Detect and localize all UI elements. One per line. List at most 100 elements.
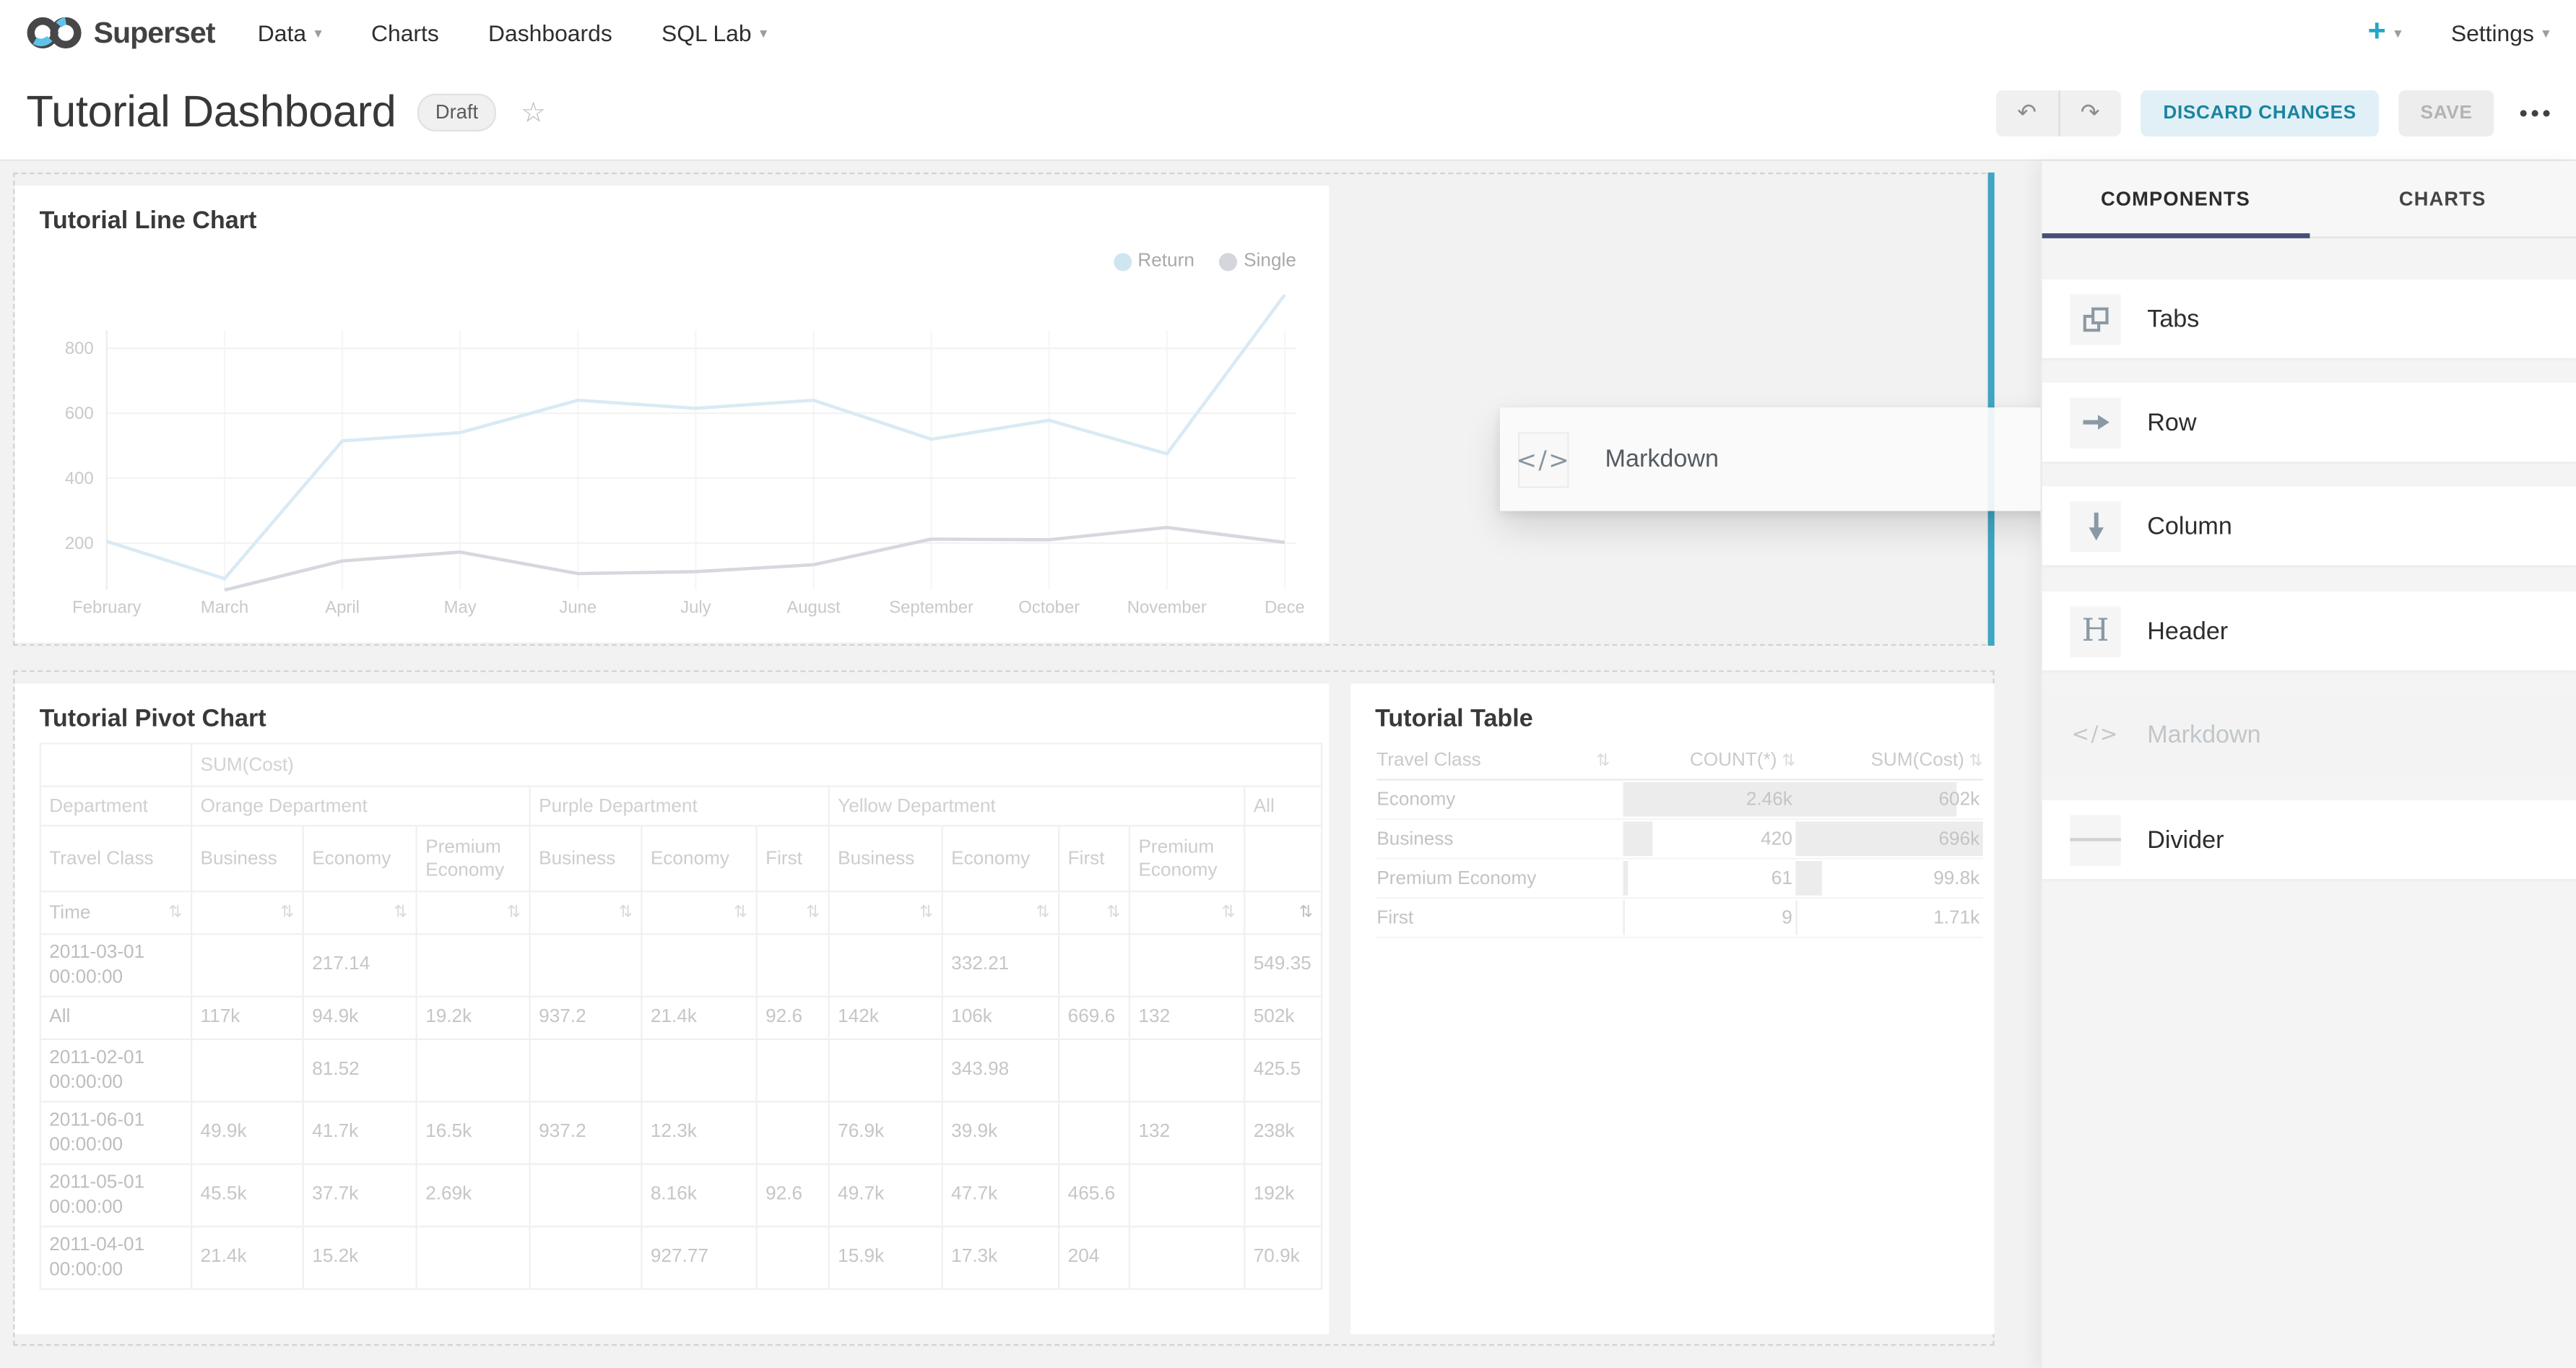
settings-label: Settings (2451, 20, 2534, 46)
pivot-metric-header: SUM(Cost) (191, 743, 1322, 786)
pivot-value-cell (191, 934, 303, 996)
drag-ghost-markdown[interactable]: </> Markdown (1500, 407, 2040, 511)
header-icon: H (2070, 605, 2121, 657)
sort-icon[interactable]: ⇅ (806, 904, 820, 922)
panel-item-markdown[interactable]: </>Markdown (2042, 695, 2576, 774)
pivot-column-header: First (757, 826, 829, 891)
tab-components[interactable]: COMPONENTS (2042, 161, 2310, 237)
nav-item-data[interactable]: Data▾ (258, 20, 322, 46)
chevron-down-icon: ▾ (2394, 24, 2401, 42)
svg-text:June: June (559, 598, 597, 618)
pivot-value-cell: 332.21 (942, 934, 1059, 996)
pivot-value-cell (757, 934, 829, 996)
panel-item-header[interactable]: HHeader (2042, 592, 2576, 670)
value-bar (1623, 861, 1628, 896)
cell-count: 9 (1623, 899, 1796, 936)
sort-icon[interactable]: ⇅ (1222, 904, 1236, 922)
pivot-value-cell: 132 (1129, 1101, 1244, 1164)
pivot-value-cell (1129, 1226, 1244, 1289)
pivot-column-header: Business (530, 826, 642, 891)
pivot-row: All117k94.9k19.2k937.221.4k92.6142k106k6… (40, 997, 1322, 1039)
pivot-value-cell (757, 1226, 829, 1289)
column-header-sum-cost[interactable]: SUM(Cost) ⇅ (1795, 751, 1982, 771)
pivot-row: 2011-06-01 00:00:0049.9k41.7k16.5k937.21… (40, 1101, 1322, 1164)
pivot-value-cell (829, 934, 942, 996)
panel-tabs: COMPONENTSCHARTS (2042, 161, 2576, 238)
sort-icon[interactable]: ⇅ (619, 904, 633, 922)
column-label: Travel Class (1376, 751, 1480, 771)
value-bar (1795, 901, 1796, 935)
svg-text:September: September (889, 598, 973, 618)
sort-icon[interactable]: ⇅ (280, 904, 294, 922)
sort-icon[interactable]: ⇅ (507, 904, 521, 922)
pivot-value-cell: 21.4k (641, 997, 756, 1039)
panel-item-label: Column (2147, 512, 2232, 540)
redo-button[interactable]: ↷ (2058, 90, 2120, 136)
panel-item-tabs[interactable]: Tabs (2042, 280, 2576, 358)
nav-item-charts[interactable]: Charts (371, 20, 439, 46)
chevron-down-icon: ▾ (314, 24, 321, 42)
chart-title: Tutorial Line Chart (40, 207, 257, 235)
discard-changes-button[interactable]: DISCARD CHANGES (2141, 90, 2380, 136)
tab-charts[interactable]: CHARTS (2309, 161, 2576, 237)
chevron-down-icon: ▾ (760, 24, 767, 42)
pivot-axis-label: Travel Class (40, 826, 191, 891)
pivot-value-cell: 17.3k (942, 1226, 1059, 1289)
pivot-value-cell: 425.5 (1244, 1039, 1322, 1101)
undo-button[interactable]: ↶ (1995, 90, 2057, 136)
table-chart-card[interactable]: Tutorial Table Travel Class ⇅ COUNT(*) ⇅… (1350, 683, 1995, 1334)
sort-icon[interactable]: ⇅ (1782, 752, 1795, 770)
nav-item-sql-lab[interactable]: SQL Lab▾ (662, 20, 767, 46)
pivot-value-cell: 21.4k (191, 1226, 303, 1289)
pivot-value-cell: 19.2k (417, 997, 530, 1039)
pivot-sort-cell: ⇅ (829, 891, 942, 934)
sort-icon[interactable]: ⇅ (1036, 904, 1050, 922)
new-item-button[interactable]: + ▾ (2368, 14, 2402, 51)
sort-icon[interactable]: ⇅ (168, 904, 182, 922)
pivot-value-cell: 15.2k (303, 1226, 417, 1289)
sort-icon[interactable]: ⇅ (1969, 752, 1983, 770)
sort-icon[interactable]: ⇅ (394, 904, 407, 922)
sort-icon[interactable]: ⇅ (1299, 904, 1313, 922)
superset-logo[interactable]: Superset (26, 12, 214, 54)
pivot-chart-card[interactable]: Tutorial Pivot Chart SUM(Cost)Department… (14, 683, 1329, 1334)
pivot-sort-cell: ⇅ (757, 891, 829, 934)
pivot-value-cell: 16.5k (417, 1101, 530, 1164)
pivot-sort-cell: ⇅ (1244, 891, 1322, 934)
panel-item-label: Divider (2147, 826, 2224, 854)
panel-item-column[interactable]: Column (2042, 486, 2576, 565)
builder-panel: COMPONENTSCHARTS Tabs Row Column HHeader </>… (2040, 161, 2576, 1368)
nav-item-dashboards[interactable]: Dashboards (488, 20, 612, 46)
sort-icon[interactable]: ⇅ (1106, 904, 1120, 922)
sort-icon[interactable]: ⇅ (734, 904, 747, 922)
pivot-sort-cell: ⇅ (641, 891, 756, 934)
column-header-travel-class[interactable]: Travel Class ⇅ (1376, 751, 1623, 771)
cell-travel-class: Business (1376, 820, 1623, 857)
pivot-value-cell (1129, 1164, 1244, 1226)
superset-app: Superset Data▾ Charts Dashboards SQL Lab▾ +… (0, 0, 2576, 1368)
pivot-value-cell: 937.2 (530, 997, 642, 1039)
line-chart: 200400600800FebruaryMarchAprilMayJuneJul… (14, 268, 1329, 639)
panel-item-row[interactable]: Row (2042, 383, 2576, 462)
svg-text:April: April (325, 598, 360, 618)
ellipsis-menu-icon[interactable] (2520, 109, 2550, 116)
panel-item-divider[interactable]: Divider (2042, 800, 2576, 879)
panel-item-label: Row (2147, 408, 2196, 436)
infinity-logo-icon (26, 12, 82, 54)
sort-icon[interactable]: ⇅ (919, 904, 933, 922)
page-title[interactable]: Tutorial Dashboard (26, 87, 396, 139)
pivot-column-header: Business (191, 826, 303, 891)
save-button[interactable]: SAVE (2399, 90, 2494, 136)
line-chart-card[interactable]: Tutorial Line Chart ReturnSingle 2004006… (14, 186, 1329, 642)
settings-menu[interactable]: Settings ▾ (2451, 20, 2550, 46)
dashboard-canvas: Tutorial Line Chart ReturnSingle 2004006… (0, 161, 2040, 1368)
svg-text:November: November (1127, 598, 1207, 618)
favorite-star-icon[interactable]: ☆ (521, 96, 546, 129)
sort-icon[interactable]: ⇅ (1596, 752, 1610, 770)
svg-text:July: July (680, 598, 711, 618)
pivot-value-cell (530, 934, 642, 996)
svg-text:200: 200 (65, 534, 94, 553)
column-header-count[interactable]: COUNT(*) ⇅ (1623, 751, 1796, 771)
undo-redo-group: ↶ ↷ (1995, 90, 2120, 136)
nav-menu: Data▾ Charts Dashboards SQL Lab▾ (258, 20, 767, 46)
